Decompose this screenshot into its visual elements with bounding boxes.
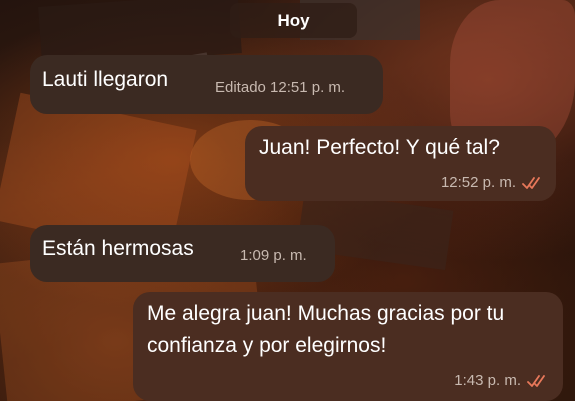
message-meta: 1:09 p. m. — [240, 247, 307, 264]
message-time: 1:43 p. m. — [454, 372, 521, 389]
message-text: Juan! Perfecto! Y qué tal? — [259, 136, 500, 159]
message-meta: 12:52 p. m. — [441, 174, 544, 191]
outgoing-message-bubble[interactable]: Me alegra juan! Muchas gracias por tu co… — [133, 292, 563, 401]
message-text: Me alegra juan! Muchas gracias por tu co… — [147, 302, 505, 357]
message-meta: 1:43 p. m. — [454, 372, 549, 389]
incoming-message-bubble[interactable]: Lauti llegaron Editado 12:51 p. m. — [30, 55, 383, 114]
message-text: Están hermosas — [42, 237, 194, 260]
incoming-message-bubble[interactable]: Están hermosas 1:09 p. m. — [30, 225, 335, 282]
double-check-icon — [527, 374, 545, 387]
message-time: 12:52 p. m. — [440, 174, 516, 191]
double-check-icon — [522, 176, 540, 189]
outgoing-message-bubble[interactable]: Juan! Perfecto! Y qué tal? 12:52 p. m. — [245, 126, 556, 201]
message-time: 1:09 p. m. — [240, 247, 307, 264]
message-text: Lauti llegaron — [42, 68, 169, 91]
message-meta: Editado 12:51 p. m. — [215, 79, 345, 96]
message-time: Editado 12:51 p. m. — [215, 79, 346, 96]
date-separator: Hoy — [230, 3, 357, 38]
